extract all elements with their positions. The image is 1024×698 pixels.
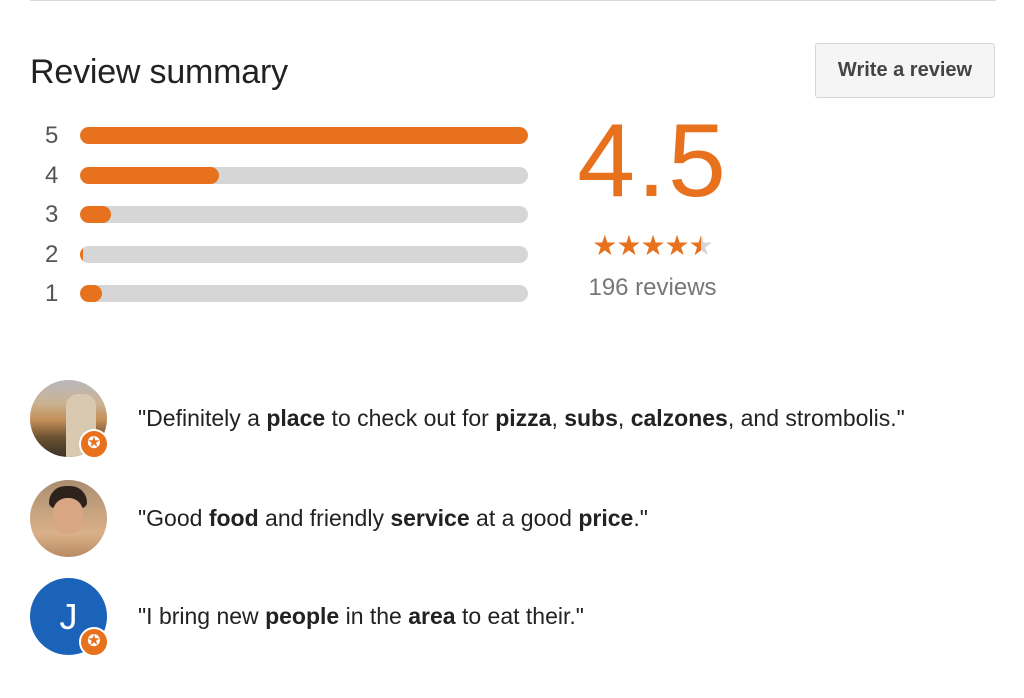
average-rating: 4.5 bbox=[577, 103, 728, 219]
rating-summary: 4.5 ★★★★★ 196 reviews bbox=[560, 105, 745, 303]
avatar[interactable] bbox=[30, 480, 107, 557]
review-quote: "Definitely a place to check out for piz… bbox=[138, 402, 905, 434]
local-guide-badge-icon: ✪ bbox=[79, 429, 109, 459]
histogram-bar-track bbox=[80, 285, 528, 302]
quote-keyword: calzones bbox=[630, 405, 728, 431]
quote-text: , bbox=[551, 405, 565, 431]
rating-histogram: 5 4 3 2 1 bbox=[40, 118, 540, 316]
top-divider bbox=[30, 0, 996, 1]
quote-text: to eat their." bbox=[455, 603, 584, 629]
write-review-button[interactable]: Write a review bbox=[815, 43, 995, 98]
histogram-label: 4 bbox=[45, 161, 59, 189]
quote-keyword: people bbox=[265, 603, 340, 629]
quote-text: , bbox=[617, 405, 631, 431]
quote-keyword: subs bbox=[564, 405, 618, 431]
quote-text: "I bring new bbox=[138, 603, 266, 629]
review-quote: "Good food and friendly service at a goo… bbox=[138, 502, 648, 534]
review-snippet[interactable]: J ✪ "I bring new people in the area to e… bbox=[30, 578, 1010, 657]
histogram-bar-fill bbox=[80, 245, 83, 263]
star-rating: ★★★★★ bbox=[560, 230, 745, 262]
local-guide-badge-icon: ✪ bbox=[79, 627, 109, 657]
quote-text: "Definitely a bbox=[138, 405, 267, 431]
histogram-bar-track bbox=[80, 166, 528, 184]
histogram-row-2[interactable]: 2 bbox=[40, 237, 540, 277]
histogram-row-5[interactable]: 5 bbox=[40, 118, 540, 158]
histogram-label: 1 bbox=[45, 280, 59, 307]
histogram-row-1[interactable]: 1 bbox=[40, 276, 540, 316]
histogram-bar-fill bbox=[80, 127, 528, 144]
quote-keyword: place bbox=[266, 405, 326, 431]
quote-text: to check out for bbox=[325, 405, 496, 431]
quote-keyword: service bbox=[390, 505, 470, 531]
histogram-label: 5 bbox=[45, 122, 59, 149]
quote-keyword: area bbox=[408, 603, 456, 629]
quote-text: and friendly bbox=[258, 505, 391, 531]
quote-text: "Good bbox=[138, 505, 209, 531]
review-snippet[interactable]: "Good food and friendly service at a goo… bbox=[30, 480, 1010, 558]
histogram-label: 2 bbox=[45, 240, 59, 268]
review-snippet[interactable]: ✪ "Definitely a place to check out for p… bbox=[30, 380, 1010, 459]
histogram-bar-track bbox=[80, 127, 528, 144]
star-icons: ★★★★ bbox=[592, 230, 689, 261]
histogram-bar-track bbox=[80, 245, 528, 263]
quote-text: at a good bbox=[469, 505, 579, 531]
quote-keyword: food bbox=[208, 505, 259, 531]
histogram-bar-fill bbox=[80, 285, 103, 302]
review-count-link[interactable]: 196 reviews bbox=[560, 273, 745, 303]
histogram-row-4[interactable]: 4 bbox=[40, 158, 540, 198]
half-star-icon: ★ bbox=[689, 231, 714, 262]
quote-text: in the bbox=[339, 603, 409, 629]
histogram-bar-track bbox=[80, 206, 528, 223]
quote-text: ." bbox=[633, 505, 648, 531]
review-quote: "I bring new people in the area to eat t… bbox=[138, 600, 584, 632]
quote-keyword: pizza bbox=[495, 405, 552, 431]
histogram-row-3[interactable]: 3 bbox=[40, 197, 540, 237]
avatar-photo-face bbox=[53, 498, 83, 534]
quote-text: , and strombolis." bbox=[727, 405, 905, 431]
histogram-bar-fill bbox=[80, 166, 219, 184]
histogram-bar-fill bbox=[80, 206, 112, 223]
quote-keyword: price bbox=[578, 505, 634, 531]
page-title: Review summary bbox=[30, 53, 288, 91]
histogram-label: 3 bbox=[45, 201, 59, 228]
